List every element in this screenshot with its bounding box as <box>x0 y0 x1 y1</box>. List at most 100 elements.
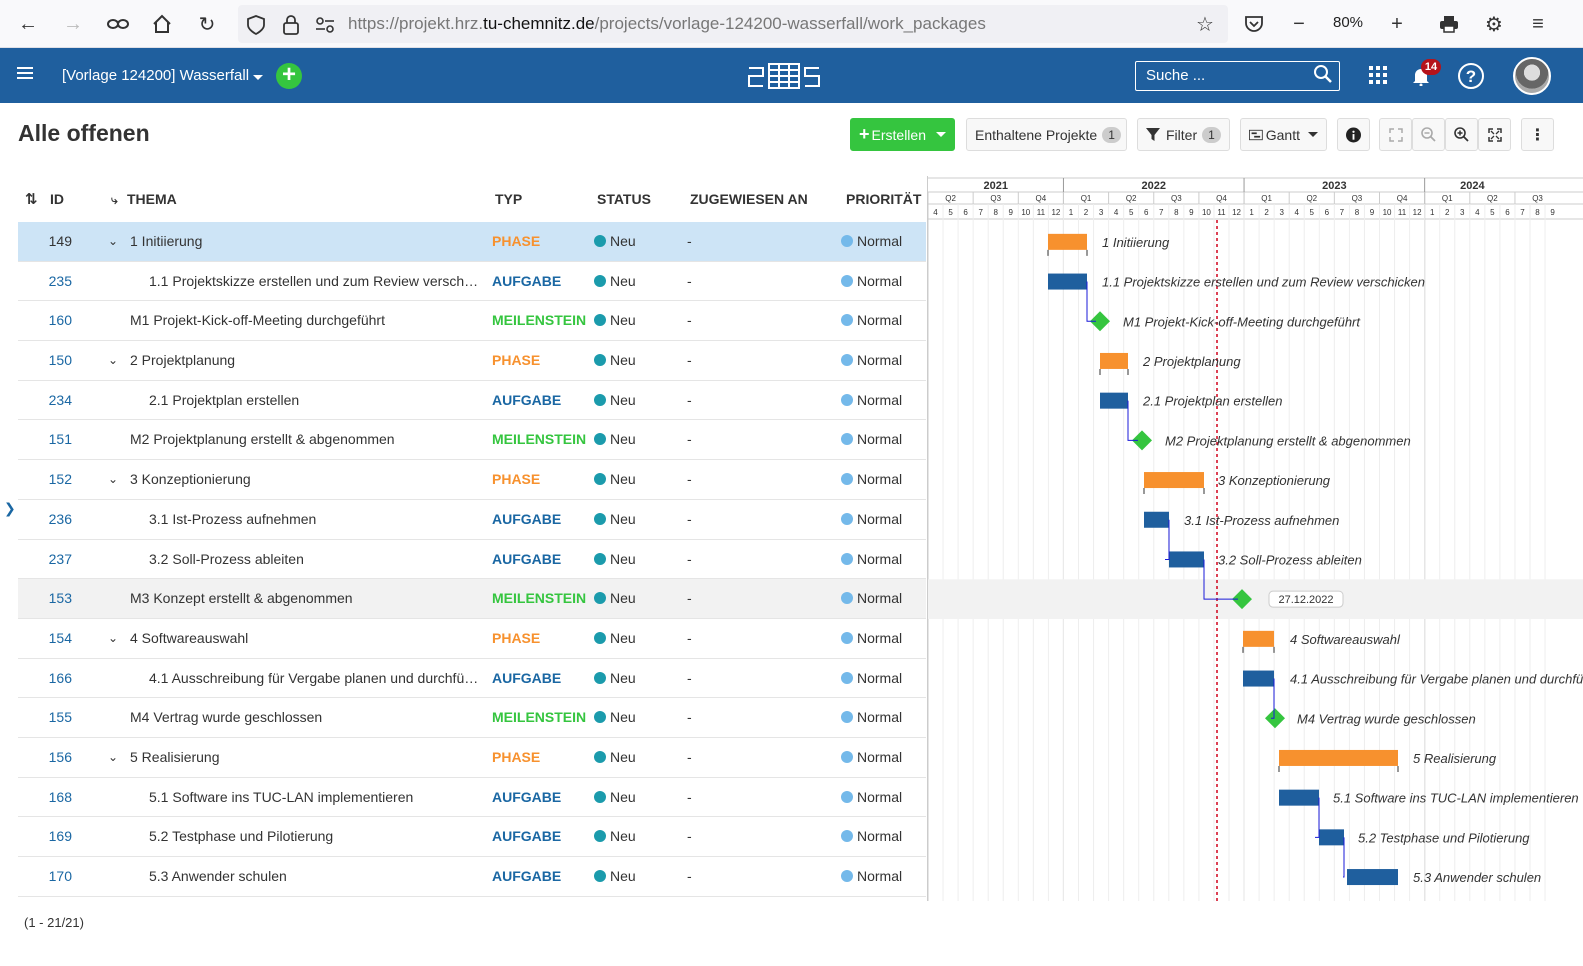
assignee-cell[interactable]: - <box>687 868 692 884</box>
priority-cell[interactable]: Normal <box>841 868 902 884</box>
status-cell[interactable]: Neu <box>594 551 636 567</box>
subject-cell[interactable]: M2 Projektplanung erstellt & abgenommen <box>130 431 480 447</box>
chevron-down-icon[interactable]: ⌄ <box>108 750 120 764</box>
priority-cell[interactable]: Normal <box>841 273 902 289</box>
type-cell[interactable]: AUFGABE <box>492 511 561 527</box>
status-cell[interactable]: Neu <box>594 471 636 487</box>
status-cell[interactable]: Neu <box>594 709 636 725</box>
status-cell[interactable]: Neu <box>594 749 636 765</box>
reload-icon[interactable]: ↻ <box>195 12 219 36</box>
subject-cell[interactable]: 1.1 Projektskizze erstellen und zum Revi… <box>149 273 480 289</box>
subject-cell[interactable]: 3.1 Ist-Prozess aufnehmen <box>149 511 480 527</box>
work-package-id-link[interactable]: 160 <box>18 312 72 328</box>
assignee-cell[interactable]: - <box>687 789 692 805</box>
assignee-cell[interactable]: - <box>687 392 692 408</box>
priority-cell[interactable]: Normal <box>841 511 902 527</box>
status-cell[interactable]: Neu <box>594 511 636 527</box>
table-row[interactable]: 160 M1 Projekt-Kick-off-Meeting durchgefü… <box>18 301 926 342</box>
type-cell[interactable]: PHASE <box>492 352 540 368</box>
subject-cell[interactable]: 2.1 Projektplan erstellen <box>149 392 480 408</box>
assignee-cell[interactable]: - <box>687 273 692 289</box>
priority-cell[interactable]: Normal <box>841 749 902 765</box>
project-selector[interactable]: [Vorlage 124200] Wasserfall <box>62 67 264 84</box>
more-options-button[interactable]: ⋮ <box>1521 118 1554 151</box>
assignee-cell[interactable]: - <box>687 233 692 249</box>
zoom-level[interactable]: 80% <box>1333 14 1363 31</box>
col-header-id[interactable]: ID <box>50 191 64 207</box>
assignee-cell[interactable]: - <box>687 749 692 765</box>
priority-cell[interactable]: Normal <box>841 828 902 844</box>
assignee-cell[interactable]: - <box>687 312 692 328</box>
status-cell[interactable]: Neu <box>594 352 636 368</box>
table-row[interactable]: 168 5.1 Software ins TUC-LAN implementier… <box>18 778 926 818</box>
priority-cell[interactable]: Normal <box>841 312 902 328</box>
priority-cell[interactable]: Normal <box>841 233 902 249</box>
assignee-cell[interactable]: - <box>687 551 692 567</box>
work-package-id-link[interactable]: 153 <box>18 590 72 606</box>
table-row[interactable]: 166 4.1 Ausschreibung für Vergabe planen … <box>18 659 926 699</box>
work-package-id-link[interactable]: 237 <box>18 551 72 567</box>
table-row[interactable]: 152 ⌄ 3 Konzeptionierung PHASE Neu - Normal <box>18 460 926 500</box>
help-icon[interactable]: ? <box>1457 62 1485 90</box>
subject-cell[interactable]: 4.1 Ausschreibung für Vergabe planen und… <box>149 670 480 686</box>
priority-cell[interactable]: Normal <box>841 551 902 567</box>
hierarchy-icon[interactable]: ⤷ <box>111 193 118 208</box>
table-row[interactable]: 154 ⌄ 4 Softwareauswahl PHASE Neu - Normal <box>18 619 926 659</box>
fullscreen-button[interactable] <box>1478 118 1511 151</box>
type-cell[interactable]: AUFGABE <box>492 828 561 844</box>
forward-icon[interactable]: → <box>61 12 85 36</box>
user-avatar[interactable] <box>1513 57 1551 95</box>
work-package-id-link[interactable]: 150 <box>18 352 72 368</box>
create-button[interactable]: + Erstellen <box>850 118 955 151</box>
status-cell[interactable]: Neu <box>594 312 636 328</box>
permissions-icon[interactable] <box>313 13 337 37</box>
priority-cell[interactable]: Normal <box>841 392 902 408</box>
zoom-in-icon[interactable]: + <box>1385 12 1409 36</box>
table-row[interactable]: 156 ⌄ 5 Realisierung PHASE Neu - Normal <box>18 738 926 778</box>
chevron-down-icon[interactable]: ⌄ <box>108 472 120 486</box>
col-header-priority[interactable]: PRIORITÄT <box>846 191 921 207</box>
work-package-id-link[interactable]: 235 <box>18 273 72 289</box>
type-cell[interactable]: MEILENSTEIN <box>492 709 586 725</box>
zoom-out-icon[interactable]: − <box>1287 12 1311 36</box>
assignee-cell[interactable]: - <box>687 828 692 844</box>
type-cell[interactable]: MEILENSTEIN <box>492 312 586 328</box>
work-package-id-link[interactable]: 170 <box>18 868 72 884</box>
subject-cell[interactable]: 3 Konzeptionierung <box>130 471 480 487</box>
assignee-cell[interactable]: - <box>687 709 692 725</box>
table-row[interactable]: 170 5.3 Anwender schulen AUFGABE Neu - Normal <box>18 857 926 897</box>
modules-grid-icon[interactable] <box>1369 66 1397 94</box>
private-mask-icon[interactable] <box>106 12 130 36</box>
status-cell[interactable]: Neu <box>594 630 636 646</box>
priority-cell[interactable]: Normal <box>841 590 902 606</box>
work-package-id-link[interactable]: 151 <box>18 431 72 447</box>
work-package-id-link[interactable]: 154 <box>18 630 72 646</box>
assignee-cell[interactable]: - <box>687 431 692 447</box>
bookmark-star-icon[interactable]: ☆ <box>1193 12 1217 36</box>
subject-cell[interactable]: 3.2 Soll-Prozess ableiten <box>149 551 480 567</box>
priority-cell[interactable]: Normal <box>841 431 902 447</box>
type-cell[interactable]: AUFGABE <box>492 789 561 805</box>
status-cell[interactable]: Neu <box>594 828 636 844</box>
priority-cell[interactable]: Normal <box>841 709 902 725</box>
included-projects-button[interactable]: Enthaltene Projekte 1 <box>966 118 1127 151</box>
chevron-right-icon[interactable]: ❯ <box>4 500 16 517</box>
table-row[interactable]: 237 3.2 Soll-Prozess ableiten AUFGABE Neu - N… <box>18 540 926 580</box>
work-package-id-link[interactable]: 156 <box>18 749 72 765</box>
type-cell[interactable]: PHASE <box>492 471 540 487</box>
type-cell[interactable]: AUFGABE <box>492 392 561 408</box>
work-package-id-link[interactable]: 155 <box>18 709 72 725</box>
subject-cell[interactable]: M3 Konzept erstellt & abgenommen <box>130 590 480 606</box>
subject-cell[interactable]: 5.1 Software ins TUC-LAN implementieren <box>149 789 480 805</box>
status-cell[interactable]: Neu <box>594 789 636 805</box>
work-package-id-link[interactable]: 149 <box>18 233 72 249</box>
type-cell[interactable]: AUFGABE <box>492 273 561 289</box>
work-package-id-link[interactable]: 166 <box>18 670 72 686</box>
col-header-status[interactable]: STATUS <box>597 191 651 207</box>
type-cell[interactable]: PHASE <box>492 630 540 646</box>
search-icon[interactable] <box>1313 64 1341 92</box>
work-package-id-link[interactable]: 168 <box>18 789 72 805</box>
table-row[interactable]: 234 2.1 Projektplan erstellen AUFGABE Neu - N… <box>18 381 926 421</box>
subject-cell[interactable]: 5.2 Testphase und Pilotierung <box>149 828 480 844</box>
work-package-id-link[interactable]: 236 <box>18 511 72 527</box>
